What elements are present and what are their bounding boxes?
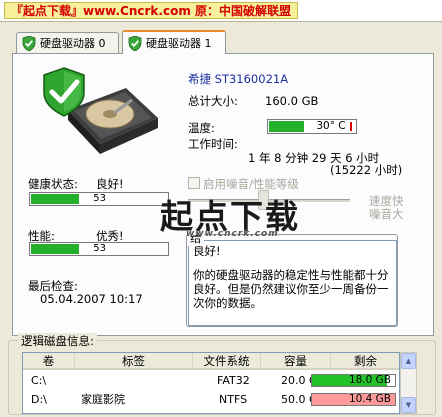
watermark-url: www.cncrk.com bbox=[186, 229, 279, 239]
disk-list-scrollbar[interactable]: ▲ ▼ bbox=[400, 352, 417, 414]
uptime-label: 工作时间: bbox=[188, 137, 238, 151]
uptime-hours: (15222 小时) bbox=[330, 163, 403, 177]
tab-drive-1[interactable]: 硬盘驱动器 1 bbox=[122, 30, 226, 54]
last-check-value: 05.04.2007 10:17 bbox=[40, 292, 143, 306]
logical-disks-list: 卷 标签 文件系统 容量 剩余 C:\ FAT32 20.0 GB 18.0 G… bbox=[22, 352, 400, 414]
disk-row-0-free-bar: 18.0 GB bbox=[311, 374, 396, 387]
health-status: 良好! bbox=[96, 177, 124, 191]
loud-label: 噪音大 bbox=[369, 207, 404, 221]
column-header-label[interactable]: 标签 bbox=[75, 353, 193, 370]
temperature-bar: 30° C bbox=[267, 119, 357, 134]
temperature-value: 30° C bbox=[316, 120, 346, 132]
tab-drive-0-label: 硬盘驱动器 0 bbox=[40, 37, 106, 50]
temperature-limit-marker bbox=[350, 122, 352, 131]
disk-row-1-fs[interactable]: NTFS bbox=[219, 391, 247, 408]
disk-row-1-volume[interactable]: D:\ bbox=[31, 391, 47, 408]
site-banner: 『起点下载』www.Cncrk.com 原：中国破解联盟 bbox=[0, 0, 442, 22]
advice-title: 良好! bbox=[193, 244, 221, 258]
column-header-capacity[interactable]: 容量 bbox=[261, 353, 331, 370]
performance-bar: 53 bbox=[29, 242, 169, 256]
disk-row-1-free-bar: 10.4 GB bbox=[311, 393, 396, 406]
logical-disks-title: 逻辑磁盘信息: bbox=[18, 333, 97, 349]
advice-box: 良好! 你的硬盘驱动器的稳定性与性能都十分良好。但是仍然建议你至少一周备份一次你… bbox=[188, 240, 397, 326]
disk-row-1-label[interactable]: 家庭影院 bbox=[81, 391, 125, 408]
hard-drive-health-icon bbox=[43, 67, 158, 154]
scroll-up-icon[interactable]: ▲ bbox=[401, 353, 416, 369]
scroll-down-icon[interactable]: ▼ bbox=[401, 397, 416, 413]
column-header-free[interactable]: 剩余 bbox=[331, 353, 399, 370]
performance-bar-fill bbox=[31, 244, 79, 254]
shield-check-icon bbox=[22, 35, 36, 51]
drive-model: 希捷 ST3160021A bbox=[188, 72, 289, 86]
capacity-value: 160.0 GB bbox=[265, 94, 319, 108]
temperature-label: 温度: bbox=[188, 121, 215, 135]
noise-level-checkbox[interactable] bbox=[188, 177, 200, 189]
tab-drive-1-label: 硬盘驱动器 1 bbox=[146, 37, 212, 50]
temperature-bar-fill bbox=[269, 121, 305, 132]
health-bar: 53 bbox=[29, 192, 169, 206]
column-header-volume[interactable]: 卷 bbox=[23, 353, 75, 370]
health-bar-fill bbox=[31, 194, 79, 204]
shield-check-icon bbox=[128, 35, 142, 51]
column-header-filesystem[interactable]: 文件系统 bbox=[193, 353, 261, 370]
performance-percent: 53 bbox=[93, 243, 106, 254]
disk-row-0-free: 18.0 GB bbox=[348, 374, 391, 386]
capacity-label: 总计大小: bbox=[188, 94, 238, 108]
banner-text: 『起点下载』www.Cncrk.com 原：中国破解联盟 bbox=[4, 2, 299, 19]
disk-row-0-fs[interactable]: FAT32 bbox=[217, 372, 250, 389]
advice-text: 你的硬盘驱动器的稳定性与性能都十分良好。但是仍然建议你至少一周备份一次你的数据。 bbox=[193, 268, 389, 310]
health-label: 健康状态: bbox=[28, 177, 78, 191]
disk-row-0-volume[interactable]: C:\ bbox=[31, 372, 46, 389]
disk-row-1-free: 10.4 GB bbox=[348, 393, 391, 405]
tab-drive-0[interactable]: 硬盘驱动器 0 bbox=[16, 32, 119, 53]
health-percent: 53 bbox=[93, 193, 106, 204]
